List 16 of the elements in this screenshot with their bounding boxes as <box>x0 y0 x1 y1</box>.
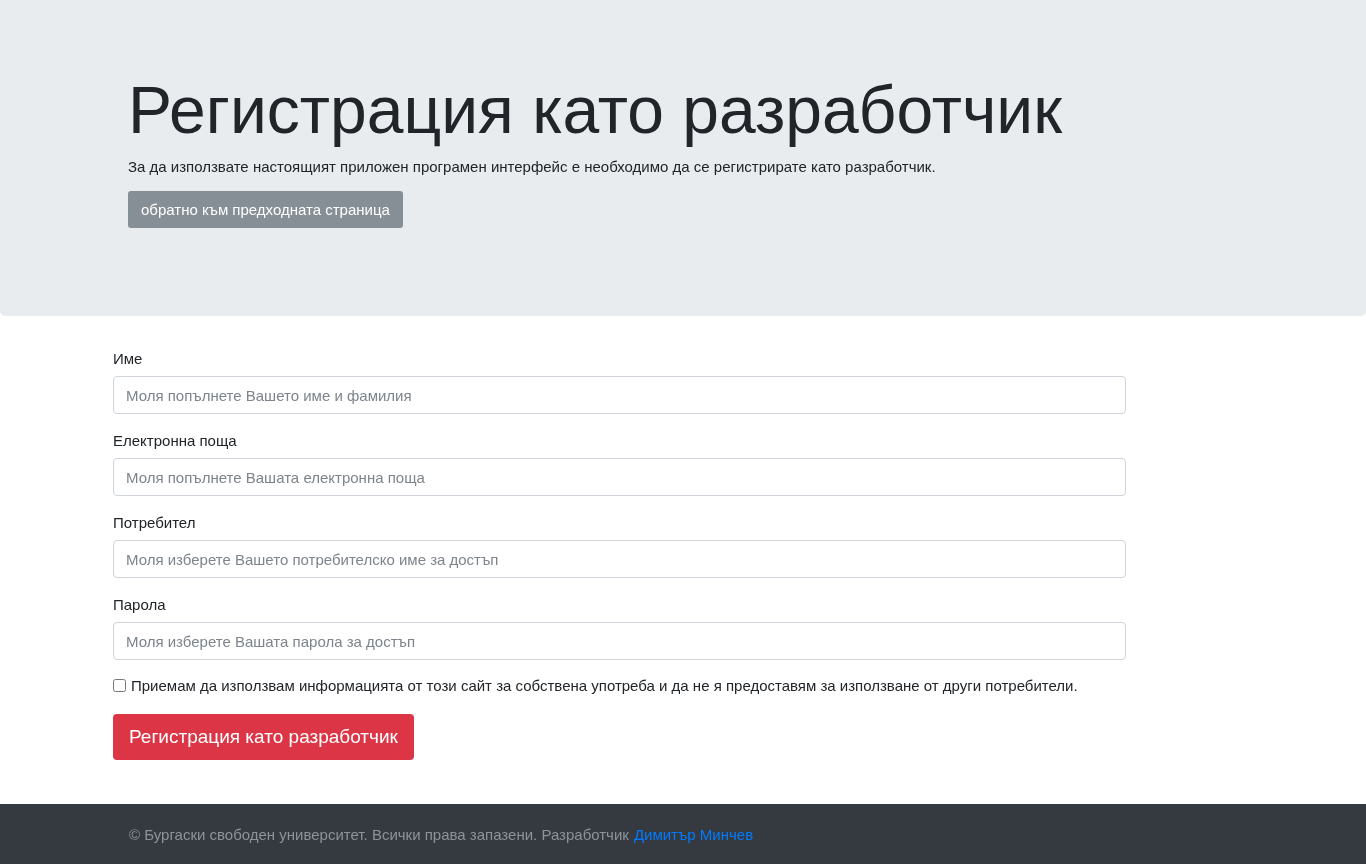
copyright-text: © Бургаски свободен университет. Всички права запазени. Разработчик <box>129 825 629 843</box>
field-label: Потребител <box>113 514 197 531</box>
field-label: Парола <box>113 596 167 613</box>
agreement-label: Приемам да използвам информацията от този сайт за собствена употреба и да не я предоставям за използване от други потребители. <box>131 677 1078 694</box>
field-label: Име <box>113 350 144 367</box>
field-label: Електронна поща <box>113 432 238 449</box>
intro-text: За да използвате настоящият приложен програмен интерфейс е необходимо да се регистрирате като разработчик. <box>128 157 937 175</box>
register-button[interactable]: Регистрация като разработчик <box>113 714 414 760</box>
back-button[interactable]: обратно към предходната страница <box>128 190 403 228</box>
input-field[interactable]: Моля попълнете Вашата електронна поща <box>113 458 1126 496</box>
author-link[interactable]: Димитър Минчев <box>633 825 754 843</box>
input-field[interactable]: Моля изберете Вашето потребителско име за достъп <box>113 540 1126 578</box>
page-title: Регистрация като разработчик <box>128 72 1064 149</box>
agreement-checkbox[interactable] <box>113 679 126 692</box>
input-field[interactable]: Моля попълнете Вашето име и фамилия <box>113 376 1126 414</box>
input-field[interactable]: Моля изберете Вашата парола за достъп <box>113 622 1126 660</box>
